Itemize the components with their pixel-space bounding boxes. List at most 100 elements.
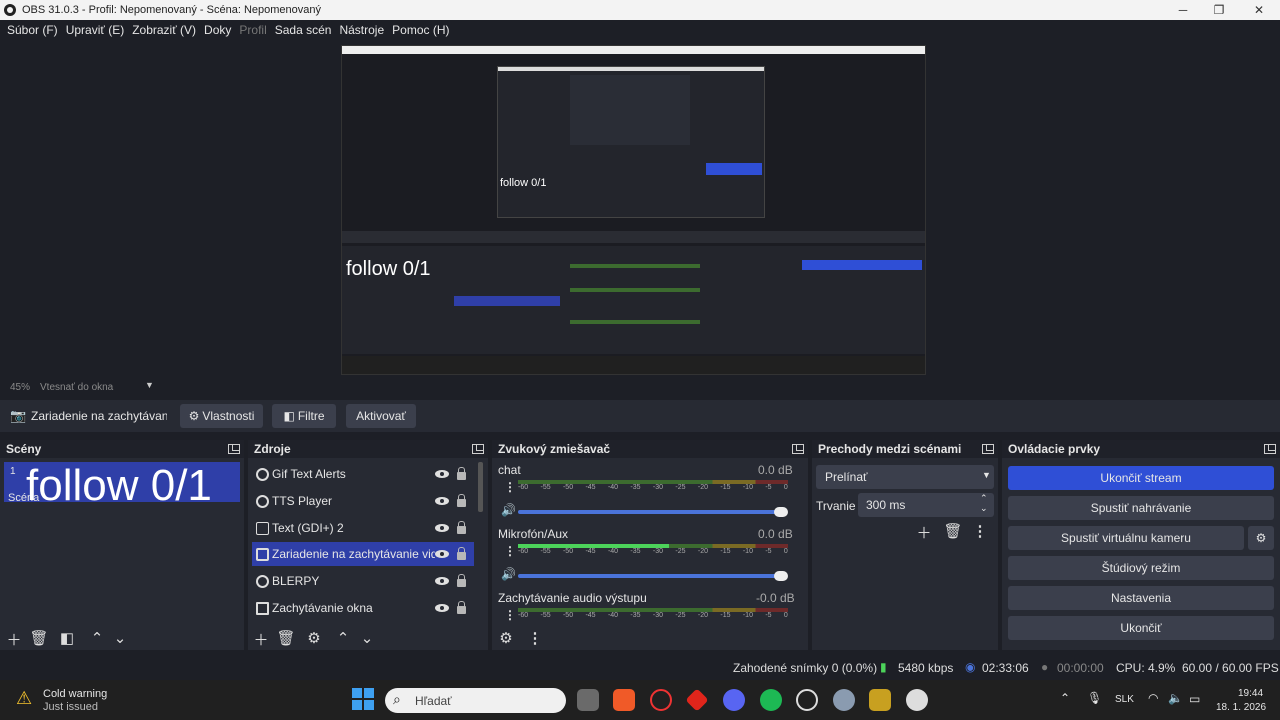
- more-icon[interactable]: ⋮: [970, 522, 990, 540]
- language-indicator[interactable]: SLK: [1115, 694, 1134, 705]
- volume-slider[interactable]: [518, 571, 788, 581]
- speaker-icon[interactable]: 🔊: [501, 503, 516, 517]
- audio-settings-icon[interactable]: ⚙: [496, 629, 516, 647]
- source-item-selected[interactable]: Zariadenie na zachytávanie videa: [252, 542, 474, 566]
- clock-time[interactable]: 19:44: [1238, 688, 1263, 699]
- menu-edit[interactable]: Upraviť (E): [62, 23, 129, 37]
- lock-icon[interactable]: [457, 547, 466, 560]
- stepper-down-icon[interactable]: ⌄: [980, 503, 988, 514]
- settings-button[interactable]: Nastavenia: [1008, 586, 1274, 610]
- volume-slider[interactable]: [518, 507, 788, 517]
- add-transition-icon[interactable]: ＋: [914, 522, 934, 543]
- gear-icon[interactable]: ⚙: [304, 629, 324, 647]
- chevron-up-icon[interactable]: ⌃: [333, 629, 353, 647]
- maximize-button[interactable]: ❐: [1200, 0, 1238, 20]
- eye-icon[interactable]: [435, 470, 449, 478]
- zoom-dropdown-icon[interactable]: ▼: [145, 380, 154, 390]
- settings-app-icon[interactable]: [833, 689, 855, 711]
- source-item[interactable]: Text (GDI+) 2: [252, 516, 474, 540]
- source-item[interactable]: TTS Player: [252, 489, 474, 513]
- chevron-down-icon[interactable]: ⌄: [110, 629, 130, 647]
- more-icon[interactable]: ⋮: [504, 608, 516, 622]
- undock-icon[interactable]: [228, 444, 240, 454]
- zoom-fit-select[interactable]: Vtesnať do okna: [40, 382, 113, 393]
- slider-knob[interactable]: [774, 571, 788, 581]
- menu-file[interactable]: Súbor (F): [3, 23, 62, 37]
- start-recording-button[interactable]: Spustiť nahrávanie: [1008, 496, 1274, 520]
- slider-knob[interactable]: [774, 507, 788, 517]
- taskbar-search[interactable]: ⌕ Hľadať: [385, 688, 566, 713]
- undock-icon[interactable]: [1264, 444, 1276, 454]
- add-source-icon[interactable]: ＋: [251, 629, 271, 650]
- menu-scene-collection[interactable]: Sada scén: [271, 23, 336, 37]
- spotify-icon[interactable]: [760, 689, 782, 711]
- trash-icon[interactable]: 🗑: [276, 629, 296, 647]
- speaker-icon[interactable]: 🔊: [501, 567, 516, 581]
- weather-title[interactable]: Cold warning: [43, 688, 107, 700]
- app-icon[interactable]: [906, 689, 928, 711]
- minimize-button[interactable]: ─: [1164, 0, 1202, 20]
- scrollbar[interactable]: [478, 462, 483, 512]
- chevron-up-icon[interactable]: ⌃: [1060, 691, 1070, 705]
- eye-icon[interactable]: [435, 577, 449, 585]
- virtual-camera-settings-icon[interactable]: ⚙: [1248, 526, 1274, 550]
- eye-icon[interactable]: [435, 497, 449, 505]
- chevron-up-icon[interactable]: ⌃: [87, 629, 107, 647]
- menu-tools[interactable]: Nástroje: [335, 23, 388, 37]
- lock-icon[interactable]: [457, 521, 466, 534]
- opera-icon[interactable]: [650, 689, 672, 711]
- duration-input[interactable]: 300 ms ⌃ ⌄: [858, 493, 994, 517]
- eye-icon[interactable]: [435, 550, 449, 558]
- volume-icon[interactable]: 🔈: [1168, 691, 1183, 705]
- gear-icon: ⚙: [188, 409, 200, 423]
- stop-stream-button[interactable]: Ukončiť stream: [1008, 466, 1274, 490]
- chevron-down-icon[interactable]: ⌄: [357, 629, 377, 647]
- source-item[interactable]: Gif Text Alerts: [252, 462, 474, 486]
- clock-date[interactable]: 18. 1. 2026: [1216, 702, 1266, 713]
- more-icon[interactable]: ⋮: [525, 629, 545, 647]
- wifi-icon[interactable]: ◠: [1148, 691, 1158, 705]
- lock-icon[interactable]: [457, 574, 466, 587]
- start-virtual-camera-button[interactable]: Spustiť virtuálnu kameru: [1008, 526, 1244, 550]
- close-button[interactable]: ✕: [1240, 0, 1278, 20]
- battery-icon[interactable]: ▭: [1189, 692, 1200, 706]
- menu-view[interactable]: Zobraziť (V): [128, 23, 200, 37]
- menu-docks[interactable]: Doky: [200, 23, 235, 37]
- source-item[interactable]: BLERPY: [252, 569, 474, 593]
- menu-profile[interactable]: Profil: [235, 23, 270, 37]
- trash-icon[interactable]: 🗑: [29, 629, 49, 647]
- task-view-icon[interactable]: [577, 689, 599, 711]
- studio-mode-button[interactable]: Štúdiový režim: [1008, 556, 1274, 580]
- undock-icon[interactable]: [792, 444, 804, 454]
- activate-button[interactable]: Aktivovať: [346, 404, 416, 428]
- lock-icon[interactable]: [457, 494, 466, 507]
- source-name: Text (GDI+) 2: [272, 521, 344, 535]
- obs-icon[interactable]: [796, 689, 818, 711]
- source-name: BLERPY: [272, 574, 320, 588]
- windows-start-icon[interactable]: [352, 688, 374, 710]
- app-icon[interactable]: [869, 689, 891, 711]
- trash-icon[interactable]: 🗑: [943, 522, 963, 540]
- source-item[interactable]: Zachytávanie okna: [252, 596, 474, 620]
- eye-icon[interactable]: [435, 524, 449, 532]
- add-scene-icon[interactable]: ＋: [4, 629, 24, 650]
- filters-button[interactable]: ◧ Filtre: [272, 404, 336, 428]
- discord-icon[interactable]: [723, 689, 745, 711]
- lock-icon[interactable]: [457, 601, 466, 614]
- lock-icon[interactable]: [457, 467, 466, 480]
- cpu-usage: CPU: 4.9%: [1116, 661, 1176, 675]
- eye-icon[interactable]: [435, 604, 449, 612]
- app-icon[interactable]: [613, 689, 635, 711]
- exit-button[interactable]: Ukončiť: [1008, 616, 1274, 640]
- filter-icon[interactable]: ◧: [57, 629, 77, 647]
- menu-help[interactable]: Pomoc (H): [388, 23, 453, 37]
- properties-button[interactable]: ⚙ Vlastnosti: [180, 404, 263, 428]
- more-icon[interactable]: ⋮: [504, 544, 516, 558]
- transition-select[interactable]: Prelínať ▼: [816, 465, 994, 489]
- globe-icon: [256, 574, 269, 588]
- undock-icon[interactable]: [472, 444, 484, 454]
- more-icon[interactable]: ⋮: [504, 480, 516, 494]
- microphone-icon[interactable]: 🎙: [1087, 691, 1102, 705]
- undock-icon[interactable]: [982, 444, 994, 454]
- mini-scene-text: follow 0/1: [346, 258, 431, 280]
